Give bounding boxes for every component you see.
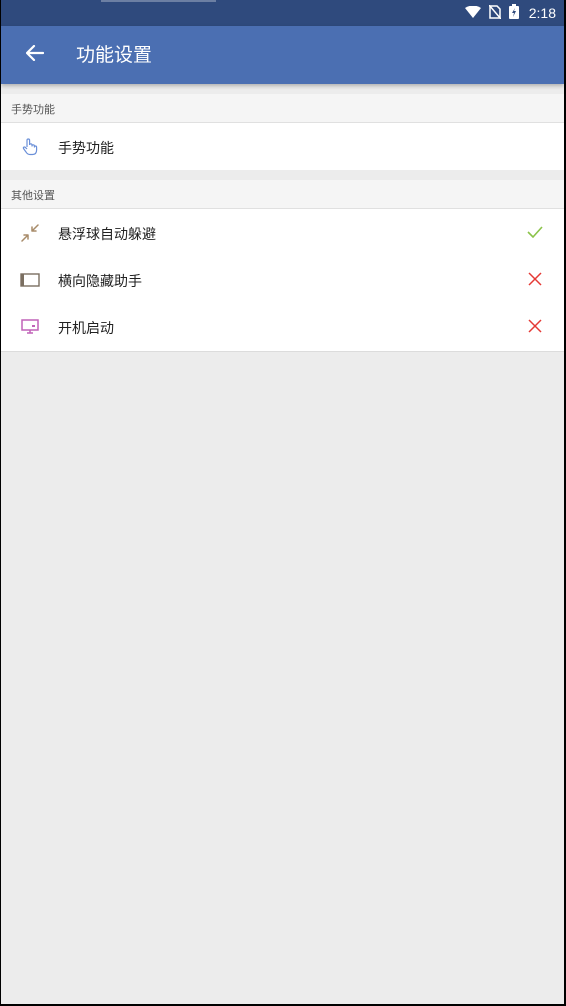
check-icon[interactable] <box>526 223 544 241</box>
section-header-label: 手势功能 <box>11 103 55 116</box>
status-icons: 2:18 <box>464 3 556 23</box>
shrink-arrows-icon <box>19 222 41 244</box>
list-item-gesture[interactable]: 手势功能 <box>1 123 564 170</box>
list-item-label: 横向隐藏助手 <box>58 274 142 290</box>
section-header-gesture: 手势功能 <box>1 94 564 123</box>
back-button[interactable] <box>19 39 51 71</box>
camera-notch <box>101 0 216 2</box>
wifi-icon <box>464 4 481 23</box>
section-header-label: 其他设置 <box>11 189 55 202</box>
list-item-label: 手势功能 <box>58 141 114 157</box>
cross-icon[interactable] <box>526 317 544 335</box>
list-item-side-hide[interactable]: 横向隐藏助手 <box>1 256 564 303</box>
list-item-boot-start[interactable]: 开机启动 <box>1 303 564 350</box>
no-sim-icon <box>488 4 502 23</box>
list-item-label: 悬浮球自动躲避 <box>58 227 156 243</box>
section-header-other: 其他设置 <box>1 180 564 209</box>
clock-time: 2:18 <box>528 5 556 21</box>
monitor-icon <box>19 316 41 338</box>
cross-icon[interactable] <box>526 270 544 288</box>
status-bar: 2:18 <box>1 0 564 26</box>
app-bar: 功能设置 <box>1 26 564 84</box>
page-title: 功能设置 <box>76 44 153 66</box>
section-gesture: 手势功能 <box>1 123 564 170</box>
screen: 2:18 功能设置 手势功能 手势功能 其他设置 悬浮球自动躲避 横向隐藏助手 … <box>1 0 564 1004</box>
side-bar-icon <box>19 269 41 291</box>
list-item-auto-avoid[interactable]: 悬浮球自动躲避 <box>1 209 564 256</box>
list-item-label: 开机启动 <box>58 321 114 337</box>
arrow-back-icon <box>25 44 45 65</box>
battery-charging-icon <box>508 3 519 23</box>
section-other: 悬浮球自动躲避 横向隐藏助手 开机启动 <box>1 209 564 351</box>
list-divider <box>1 351 564 352</box>
hand-pointer-icon <box>19 136 41 158</box>
